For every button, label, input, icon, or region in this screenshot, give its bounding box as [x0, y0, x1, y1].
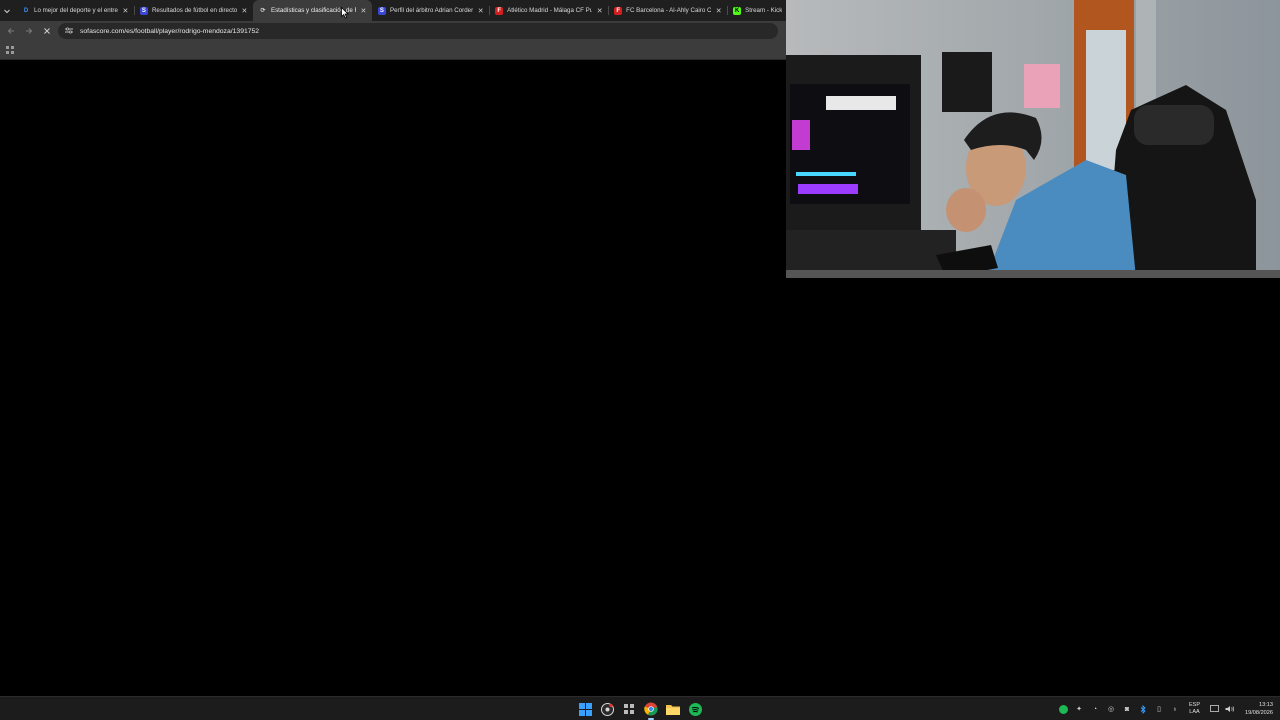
clock-time: 13:13 — [1259, 702, 1274, 708]
spotify-tray-icon[interactable] — [1058, 704, 1068, 714]
discord-tray-icon[interactable]: ◙ — [1122, 704, 1132, 714]
tab-title: Stream - Kick — [745, 7, 783, 14]
tab-favicon-icon: S — [139, 6, 148, 15]
address-bar[interactable]: sofascore.com/es/football/player/rodrigo… — [58, 23, 778, 39]
system-tray: ✦ ◔ ◎ ◙ ▯ ♁ ESP LAA 13:13 19/08/2026 — [1058, 700, 1273, 718]
app-tray-icon[interactable]: ✦ — [1074, 704, 1084, 714]
webcam-overlay — [786, 0, 1280, 278]
task-view-icon[interactable] — [620, 700, 638, 718]
tab-favicon-icon: S — [377, 6, 386, 15]
tab-5[interactable]: F Atlético Madrid - Málaga CF Pu ✕ — [489, 0, 610, 21]
clock[interactable]: 13:13 19/08/2026 — [1245, 701, 1273, 717]
clock-date: 19/08/2026 — [1245, 710, 1274, 716]
chrome-icon[interactable] — [642, 700, 660, 720]
tab-favicon-icon: K — [733, 6, 742, 15]
tab-favicon-icon: F — [495, 6, 504, 15]
close-icon[interactable]: ✕ — [714, 7, 723, 15]
tab-favicon-icon: D — [23, 7, 29, 14]
microphone-icon[interactable]: ♁ — [1170, 704, 1180, 714]
tab-2[interactable]: S Resultados de fútbol en directo ✕ — [134, 0, 254, 21]
tab-loading-icon: ⟳ — [260, 8, 266, 14]
screen: D Lo mejor del deporte y el entre ✕ S Re… — [0, 0, 1280, 720]
url-text: sofascore.com/es/football/player/rodrigo… — [80, 27, 260, 35]
browser-toolbar: sofascore.com/es/football/player/rodrigo… — [0, 21, 786, 41]
tab-title: Lo mejor del deporte y el entre — [34, 7, 118, 14]
close-icon[interactable]: ✕ — [240, 7, 249, 15]
tab-title: FC Barcelona - Al-Ahly Cairo C — [626, 7, 712, 14]
tab-1[interactable]: D Lo mejor del deporte y el entre ✕ — [16, 0, 135, 21]
tab-strip: D Lo mejor del deporte y el entre ✕ S Re… — [0, 0, 786, 21]
windows-start-icon[interactable] — [576, 700, 594, 718]
close-icon[interactable]: ✕ — [359, 7, 368, 15]
forward-icon[interactable] — [20, 22, 38, 40]
bluetooth-icon[interactable] — [1138, 704, 1148, 714]
page-content-blank — [0, 62, 786, 696]
stop-loading-icon[interactable] — [38, 22, 56, 40]
tab-title: Perfil del árbitro Adrian Corder — [389, 7, 474, 14]
language-indicator[interactable]: ESP LAA — [1189, 702, 1200, 716]
webcam-scene — [786, 0, 1280, 278]
close-icon[interactable]: ✕ — [476, 7, 485, 15]
tab-3[interactable]: ⟳ Estadísticas y clasificación de R ✕ — [252, 0, 372, 21]
network-icon[interactable] — [1209, 704, 1219, 714]
close-icon[interactable]: ✕ — [121, 7, 130, 15]
obs-tray-icon[interactable]: ◎ — [1106, 704, 1116, 714]
usb-drive-icon[interactable]: ▯ — [1154, 704, 1164, 714]
tab-6[interactable]: F FC Barcelona - Al-Ahly Cairo C ✕ — [608, 0, 729, 21]
tab-4[interactable]: S Perfil del árbitro Adrian Corder ✕ — [372, 0, 491, 21]
site-info-icon[interactable] — [65, 26, 73, 36]
keyboard-layout: LAA — [1189, 709, 1200, 715]
browser-window: D Lo mejor del deporte y el entre ✕ S Re… — [0, 0, 786, 62]
file-explorer-icon[interactable] — [664, 700, 682, 718]
bookmarks-bar — [0, 41, 786, 60]
close-icon[interactable]: ✕ — [595, 7, 604, 15]
tab-7[interactable]: K Stream - Kick — [727, 0, 786, 21]
spotify-icon[interactable] — [686, 700, 704, 718]
tab-favicon-icon: F — [614, 6, 623, 15]
steam-tray-icon[interactable]: ◔ — [1090, 704, 1100, 714]
back-icon[interactable] — [2, 22, 20, 40]
volume-icon[interactable] — [1225, 704, 1235, 714]
language-code: ESP — [1189, 702, 1201, 708]
tab-title: Atlético Madrid - Málaga CF Pu — [507, 7, 593, 14]
taskbar-apps — [576, 700, 704, 720]
chevron-down-icon[interactable] — [3, 4, 11, 18]
apps-grid-icon[interactable] — [6, 46, 14, 54]
obs-studio-icon[interactable] — [598, 700, 616, 718]
tab-title: Resultados de fútbol en directo — [151, 7, 237, 14]
windows-taskbar: ✦ ◔ ◎ ◙ ▯ ♁ ESP LAA 13:13 19/08/2026 — [0, 696, 1280, 720]
